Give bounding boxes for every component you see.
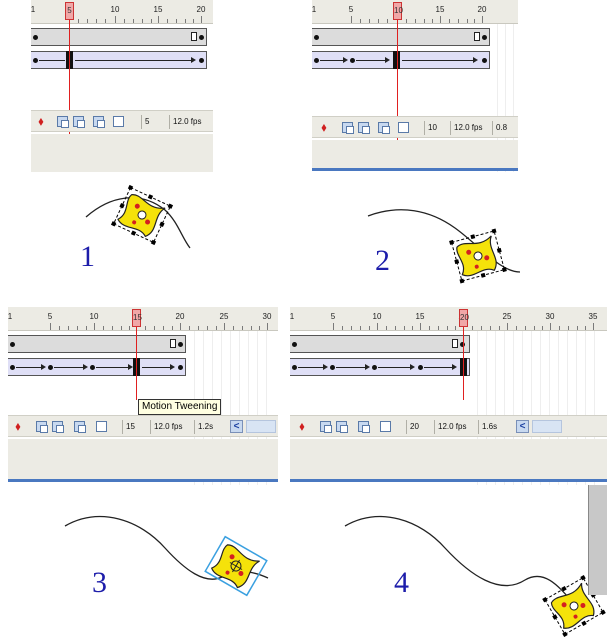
- tween-symbol: [110, 184, 174, 246]
- ruler-label: 10: [372, 312, 382, 321]
- step-number-4: 4: [394, 566, 409, 599]
- scroll-left-icon[interactable]: <: [230, 420, 243, 433]
- keyframe[interactable]: [330, 365, 335, 370]
- timeline-footer: [290, 439, 607, 479]
- tween-arrow: [378, 367, 412, 368]
- keyframe[interactable]: [292, 365, 297, 370]
- keyframe[interactable]: [418, 365, 423, 370]
- window-edge: [290, 479, 607, 482]
- tween-arrow: [54, 367, 84, 368]
- keyframe[interactable]: [178, 365, 183, 370]
- playhead-frame: 20: [460, 313, 469, 322]
- end-frame-marker: [452, 339, 458, 348]
- elapsed-time-field: 1.6s: [478, 420, 508, 434]
- tween-arrow: [336, 367, 366, 368]
- horizontal-scrollbar[interactable]: [532, 420, 562, 433]
- step-number-1: 1: [80, 240, 95, 273]
- current-frame-field: 15: [122, 420, 148, 434]
- ruler-label: 20: [175, 312, 185, 321]
- keyframe[interactable]: [292, 342, 297, 347]
- step-number-2: 2: [375, 244, 390, 277]
- ruler-label: 10: [89, 312, 99, 321]
- tween-arrowhead: [83, 364, 88, 370]
- ruler-label: 30: [262, 312, 272, 321]
- current-frame-field: 20: [406, 420, 432, 434]
- edit-multiple-frames-icon[interactable]: [358, 421, 370, 433]
- red-pin-icon[interactable]: ⬧: [14, 420, 22, 433]
- step-number-3: 3: [92, 566, 107, 599]
- keyframe[interactable]: [90, 365, 95, 370]
- keyframe[interactable]: [48, 365, 53, 370]
- frame-rate-field[interactable]: 12.0 fps: [434, 420, 476, 434]
- tween-arrowhead: [410, 364, 415, 370]
- ruler-label: 30: [545, 312, 555, 321]
- onion-markers-icon[interactable]: [96, 421, 107, 432]
- tween-arrow: [298, 367, 324, 368]
- tween-symbol: [204, 535, 268, 597]
- timeline-status-bar: ⬧ 15 12.0 fps 1.2s <: [8, 415, 278, 437]
- onion-skin-outline-icon[interactable]: [52, 421, 64, 433]
- tween-arrow: [424, 367, 454, 368]
- end-frame-marker: [170, 339, 176, 348]
- playhead-line: [136, 320, 137, 400]
- edit-multiple-frames-icon[interactable]: [74, 421, 86, 433]
- ruler-label: 1: [290, 312, 295, 321]
- red-pin-icon[interactable]: ⬧: [298, 420, 306, 433]
- ruler-label: 35: [588, 312, 598, 321]
- playhead-line: [463, 320, 464, 400]
- keyframe[interactable]: [178, 342, 183, 347]
- timeline-panel-3: 1 5 10 15 20 25 30 15 Motion Tweening ⬧: [8, 307, 278, 485]
- playhead[interactable]: 15: [132, 309, 142, 327]
- layer-track-static[interactable]: [290, 335, 470, 353]
- tween-arrow: [16, 367, 42, 368]
- keyframe[interactable]: [372, 365, 377, 370]
- timeline-ruler[interactable]: 1 5 10 15 20 25 30 35: [290, 307, 607, 331]
- playhead[interactable]: 20: [459, 309, 469, 327]
- ruler-label: 25: [219, 312, 229, 321]
- tween-symbol: [449, 228, 507, 284]
- tween-arrowhead: [365, 364, 370, 370]
- tween-arrow: [96, 367, 130, 368]
- layer-track-static[interactable]: [8, 335, 186, 353]
- onion-skin-icon[interactable]: [320, 421, 332, 433]
- scroll-left-icon[interactable]: <: [516, 420, 529, 433]
- tooltip: Motion Tweening: [138, 399, 222, 415]
- stage-edge: [588, 485, 607, 595]
- timeline-panel-4: 1 5 10 15 20 25 30 35 20 ⬧: [290, 307, 607, 485]
- window-edge: [8, 479, 278, 482]
- ruler-label: 25: [502, 312, 512, 321]
- keyframe[interactable]: [10, 342, 15, 347]
- ruler-label: 15: [415, 312, 425, 321]
- tween-arrowhead: [323, 364, 328, 370]
- ruler-label: 1: [8, 312, 13, 321]
- timeline-footer: [8, 439, 278, 479]
- tween-arrowhead: [41, 364, 46, 370]
- timeline-status-bar: ⬧ 20 12.0 fps 1.6s <: [290, 415, 607, 437]
- onion-markers-icon[interactable]: [380, 421, 391, 432]
- onion-skin-icon[interactable]: [36, 421, 48, 433]
- onion-skin-outline-icon[interactable]: [336, 421, 348, 433]
- tween-arrowhead: [452, 364, 457, 370]
- playhead-frame: 15: [133, 313, 142, 322]
- keyframe[interactable]: [10, 365, 15, 370]
- tween-arrow: [142, 367, 172, 368]
- timeline-ruler[interactable]: 1 5 10 15 20 25 30: [8, 307, 278, 331]
- ruler-label: 5: [330, 312, 336, 321]
- horizontal-scrollbar[interactable]: [246, 420, 276, 433]
- ruler-label: 5: [47, 312, 53, 321]
- tween-arrowhead: [170, 364, 175, 370]
- frame-rate-field[interactable]: 12.0 fps: [150, 420, 192, 434]
- elapsed-time-field: 1.2s: [194, 420, 224, 434]
